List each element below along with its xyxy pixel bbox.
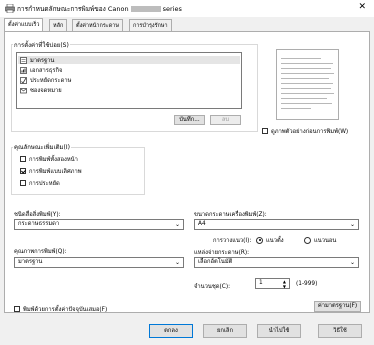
orientation-portrait-option[interactable]: แนวตั้ง bbox=[256, 235, 284, 245]
business-doc-icon bbox=[20, 66, 27, 74]
paper-size-label: ขนาดกระดาษเครื่องพิมพ์(Z): bbox=[194, 212, 267, 218]
common-settings-label: การตั้งค่าที่ใช้บ่อย(S) bbox=[13, 40, 70, 50]
duplex-checkbox[interactable] bbox=[20, 156, 26, 162]
list-item-paper-saving[interactable]: ประหยัดกระดาษ bbox=[20, 76, 71, 84]
paper-size-select[interactable]: A4 ⌄ bbox=[194, 219, 359, 230]
list-item-label: ประหยัดกระดาษ bbox=[30, 78, 72, 84]
economy-option[interactable]: การประหยัด bbox=[20, 178, 60, 188]
printer-icon bbox=[5, 4, 15, 13]
duplex-label: การพิมพ์ทั้งสองหน้า bbox=[29, 157, 78, 163]
help-button[interactable]: วิธีใช้ bbox=[318, 324, 362, 338]
landscape-label: แนวนอน bbox=[314, 238, 337, 244]
paper-saving-icon bbox=[20, 76, 27, 84]
orientation-landscape-option[interactable]: แนวนอน bbox=[304, 235, 336, 245]
copies-value: 1 bbox=[259, 280, 263, 286]
list-item-label: มาตรฐาน bbox=[30, 58, 55, 64]
list-item-label: ซองจดหมาย bbox=[30, 88, 62, 94]
list-item-envelope[interactable]: ซองจดหมาย bbox=[20, 86, 62, 94]
portrait-label: แนวตั้ง bbox=[266, 238, 284, 244]
always-print-current-checkbox[interactable] bbox=[14, 306, 20, 312]
additional-features-label: คุณลักษณะเพิ่มเติม(I) bbox=[13, 142, 71, 152]
ok-button[interactable]: ตกลง bbox=[149, 324, 193, 338]
tab-page-setup[interactable]: ตั้งค่าหน้ากระดาษ bbox=[72, 19, 124, 31]
always-print-current-label: พิมพ์ด้วยการตั้งค่าปัจจุบันเสมอ(F) bbox=[23, 307, 108, 313]
page-preview bbox=[276, 49, 339, 120]
window-title-prefix: การกำหนดลักษณะการพิมพ์ของ Canon bbox=[17, 5, 129, 13]
tab-main[interactable]: หลัก bbox=[49, 19, 68, 31]
print-quality-select[interactable]: มาตรฐาน ⌄ bbox=[14, 257, 184, 268]
always-print-current-option[interactable]: พิมพ์ด้วยการตั้งค่าปัจจุบันเสมอ(F) bbox=[14, 304, 107, 314]
borderless-checkbox[interactable] bbox=[20, 168, 26, 174]
copies-range: (1-999) bbox=[296, 281, 318, 287]
envelope-icon bbox=[20, 87, 27, 93]
list-item-label: เอกสารธุรกิจ bbox=[30, 68, 63, 74]
tab-maintenance[interactable]: การบำรุงรักษา bbox=[129, 19, 172, 31]
apply-button[interactable]: นำไปใช้ bbox=[257, 324, 301, 338]
chevron-down-icon: ⌄ bbox=[174, 221, 180, 228]
redacted-model-name bbox=[130, 6, 161, 12]
close-icon[interactable]: ✕ bbox=[358, 3, 366, 12]
defaults-button[interactable]: ค่ามาตรฐาน(F) bbox=[314, 301, 361, 312]
paper-source-label: แหล่งจ่ายกระดาษ(R): bbox=[194, 250, 250, 256]
list-item-standard[interactable]: มาตรฐาน bbox=[18, 56, 240, 64]
landscape-radio[interactable] bbox=[304, 236, 311, 244]
portrait-radio[interactable] bbox=[256, 236, 263, 244]
chevron-down-icon: ⌄ bbox=[349, 221, 355, 228]
save-button[interactable]: บันทึก... bbox=[174, 115, 205, 125]
economy-checkbox[interactable] bbox=[20, 180, 26, 186]
chevron-down-icon: ⌄ bbox=[349, 259, 355, 266]
window-title: การกำหนดลักษณะการพิมพ์ของ Canon series bbox=[17, 4, 182, 14]
spin-arrows-icon[interactable]: ▲ ▼ bbox=[283, 279, 286, 289]
chevron-down-icon: ⌄ bbox=[174, 259, 180, 266]
copies-label: จำนวนชุด(C): bbox=[194, 284, 231, 290]
standard-doc-icon bbox=[20, 56, 27, 64]
paper-source-select[interactable]: เลือกอัตโนมัติ ⌄ bbox=[194, 257, 359, 268]
preview-before-print-label: ดูภาพตัวอย่างก่อนการพิมพ์(W) bbox=[271, 129, 349, 135]
print-quality-value: มาตรฐาน bbox=[18, 259, 43, 265]
borderless-option[interactable]: การพิมพ์แบบเลิศภาพ bbox=[20, 166, 82, 176]
paper-size-value: A4 bbox=[198, 221, 206, 227]
orientation-label: การวางแนว(I): bbox=[213, 238, 252, 244]
media-type-label: ชนิดสื่อสิ่งพิมพ์(Y): bbox=[14, 212, 61, 218]
cancel-button[interactable]: ยกเลิก bbox=[203, 324, 247, 338]
economy-label: การประหยัด bbox=[29, 181, 60, 187]
preview-before-print-option[interactable]: ดูภาพตัวอย่างก่อนการพิมพ์(W) bbox=[262, 126, 348, 136]
media-type-select[interactable]: กระดาษธรรมดา ⌄ bbox=[14, 219, 184, 230]
list-item-business[interactable]: เอกสารธุรกิจ bbox=[20, 66, 62, 74]
common-settings-list[interactable]: มาตรฐาน เอกสารธุรกิจ ประหยัดกระดาษ ซองจด… bbox=[16, 52, 242, 109]
paper-source-value: เลือกอัตโนมัติ bbox=[198, 259, 233, 265]
tab-quick-setup[interactable]: ตั้งค่าแบบเร็ว bbox=[4, 18, 44, 32]
media-type-value: กระดาษธรรมดา bbox=[18, 221, 60, 227]
print-quality-label: คุณภาพการพิมพ์(Q): bbox=[14, 249, 67, 255]
copies-input[interactable]: 1 ▲ ▼ bbox=[255, 278, 290, 289]
duplex-option[interactable]: การพิมพ์ทั้งสองหน้า bbox=[20, 154, 78, 164]
borderless-label: การพิมพ์แบบเลิศภาพ bbox=[29, 169, 82, 175]
window-title-suffix: series bbox=[162, 5, 182, 13]
delete-button[interactable]: ลบ bbox=[210, 115, 241, 125]
preview-before-print-checkbox[interactable] bbox=[262, 128, 268, 134]
